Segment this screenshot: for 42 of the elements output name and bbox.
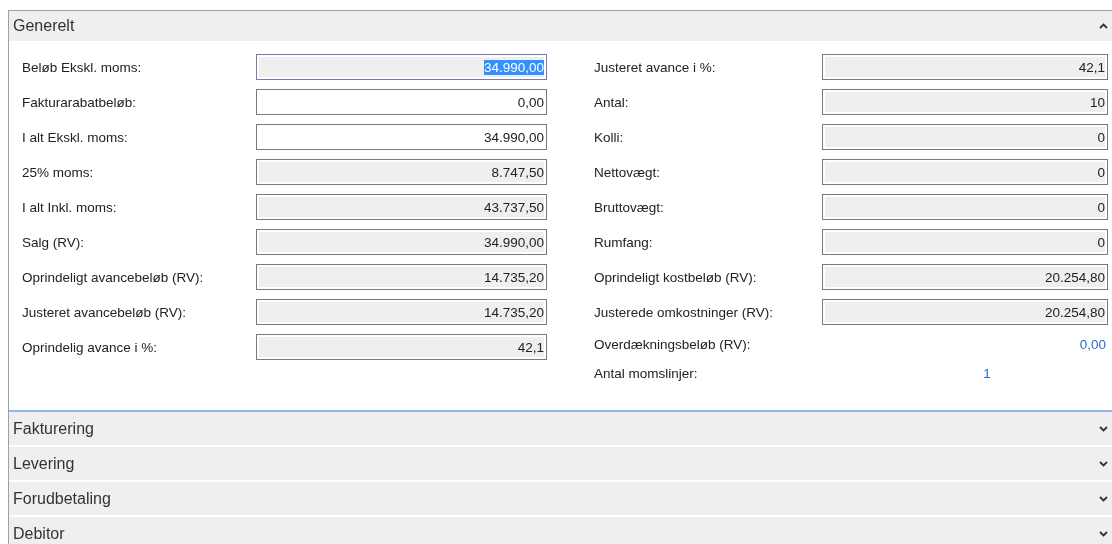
- value-field[interactable]: 10: [822, 89, 1108, 115]
- field-label: Oprindeligt kostbeløb (RV):: [594, 269, 758, 285]
- field-label: Oprindeligt avancebeløb (RV):: [22, 269, 205, 285]
- value-field[interactable]: 34.990,00: [256, 124, 547, 150]
- field-label: I alt Inkl. moms:: [22, 199, 118, 215]
- field-label: Justerede omkostninger (RV):: [594, 304, 775, 320]
- chevron-icon[interactable]: [1099, 495, 1108, 502]
- value-link[interactable]: 0,00: [822, 336, 1108, 352]
- value-field[interactable]: 0: [822, 194, 1108, 220]
- field-label: Salg (RV):: [22, 234, 86, 250]
- value-field[interactable]: 42,1: [822, 54, 1108, 80]
- field-label: Rumfang:: [594, 234, 654, 250]
- value-field[interactable]: 20.254,80: [822, 299, 1108, 325]
- field-label: Antal:: [594, 94, 630, 110]
- value-field[interactable]: 34.990,00: [256, 229, 547, 255]
- chevron-icon[interactable]: [1099, 460, 1108, 467]
- field-label: Justeret avancebeløb (RV):: [22, 304, 188, 320]
- field-label: 25% moms:: [22, 164, 95, 180]
- value-field[interactable]: 42,1: [256, 334, 547, 360]
- value-field[interactable]: 20.254,80: [822, 264, 1108, 290]
- field-label: Justeret avance i %:: [594, 59, 717, 75]
- value-field[interactable]: 0: [822, 159, 1108, 185]
- chevron-icon[interactable]: [1099, 23, 1108, 29]
- value-field[interactable]: 0,00: [256, 89, 547, 115]
- field-label: Kolli:: [594, 129, 625, 145]
- chevron-icon[interactable]: [1099, 425, 1108, 432]
- field-label: Nettovægt:: [594, 164, 662, 180]
- field-label: Beløb Ekskl. moms:: [22, 59, 143, 75]
- chevron-icon[interactable]: [1099, 530, 1108, 537]
- field-label: Fakturarabatbeløb:: [22, 94, 138, 110]
- value-link[interactable]: 1: [822, 365, 1112, 381]
- value-field[interactable]: 43.737,50: [256, 194, 547, 220]
- field-label: Oprindelig avance i %:: [22, 339, 159, 355]
- value-field[interactable]: 0: [822, 229, 1108, 255]
- value-field[interactable]: 0: [822, 124, 1108, 150]
- field-label: I alt Ekskl. moms:: [22, 129, 129, 145]
- field-label: Bruttovægt:: [594, 199, 665, 215]
- value-field[interactable]: 14.735,20: [256, 264, 547, 290]
- field-label: Antal momslinjer:: [594, 365, 699, 381]
- value-field[interactable]: 14.735,20: [256, 299, 547, 325]
- value-field[interactable]: 8.747,50: [256, 159, 547, 185]
- field-label: Overdækningsbeløb (RV):: [594, 336, 752, 352]
